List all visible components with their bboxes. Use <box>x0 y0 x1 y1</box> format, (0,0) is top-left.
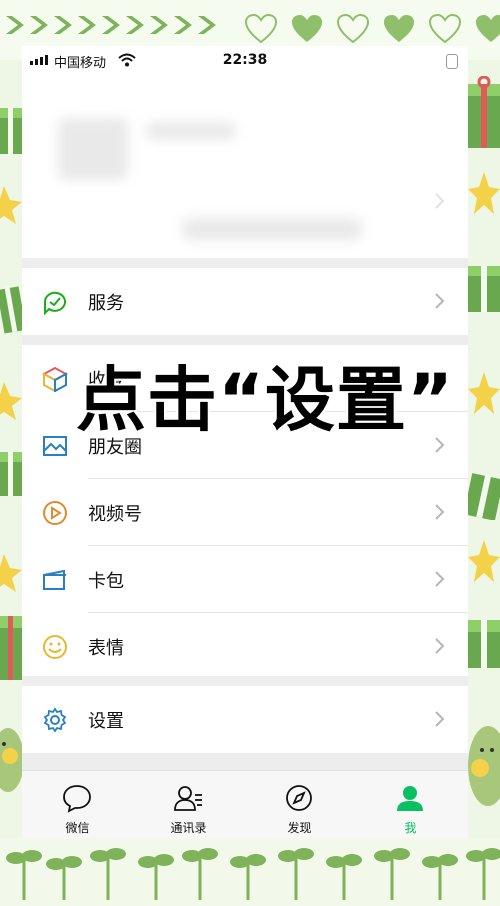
star-icon <box>468 172 500 214</box>
avatar[interactable] <box>58 118 128 180</box>
chevron-right-icon <box>435 638 445 654</box>
card-wallet-icon <box>43 569 66 590</box>
tab-me[interactable]: 我 <box>355 771 466 839</box>
gift-icon <box>0 616 22 680</box>
menu-item-cards[interactable]: 卡包 <box>22 546 468 613</box>
gift-icon <box>468 620 500 668</box>
status-time: 22:38 <box>222 52 268 68</box>
tab-discover[interactable]: 发现 <box>244 771 355 839</box>
star-icon <box>468 540 500 582</box>
menu-item-settings[interactable]: 设置 <box>22 686 468 753</box>
tab-chats[interactable]: 微信 <box>22 771 133 839</box>
menu-item-stickers[interactable]: 表情 <box>22 613 468 680</box>
menu-item-channels[interactable]: 视频号 <box>22 479 468 546</box>
tab-label: 发现 <box>287 821 312 835</box>
settings-group: 设置 <box>22 686 468 753</box>
bottom-tab-bar: 微信 通讯录 发现 我 <box>22 770 468 839</box>
menu-item-label: 服务 <box>88 293 124 314</box>
menu-item-label: 表情 <box>88 638 124 659</box>
menu-item-label: 卡包 <box>88 571 124 592</box>
star-icon <box>0 186 22 224</box>
tab-label: 微信 <box>65 821 90 835</box>
services-group: 服务 <box>22 268 468 335</box>
chevron-right-icon <box>435 293 445 309</box>
chevron-right-icon <box>435 504 445 520</box>
me-person-icon <box>397 786 423 811</box>
compass-icon <box>286 785 312 811</box>
channels-play-icon <box>43 501 67 525</box>
chevron-border-decoration <box>4 14 218 36</box>
star-icon <box>468 372 500 414</box>
chevron-right-icon <box>435 193 445 209</box>
contacts-person-icon <box>174 786 202 811</box>
gear-icon <box>43 707 67 733</box>
star-icon <box>0 382 22 420</box>
tab-contacts[interactable]: 通讯录 <box>133 771 244 839</box>
gift-icon <box>0 452 22 496</box>
menu-item-services[interactable]: 服务 <box>22 268 468 335</box>
favorites-cube-icon <box>42 366 68 392</box>
cartoon-character-icon <box>0 728 22 792</box>
battery-icon <box>446 54 458 69</box>
gift-icon <box>468 76 500 148</box>
gift-icon <box>468 473 500 520</box>
gift-icon <box>468 266 500 312</box>
gift-icon <box>0 108 22 154</box>
status-bar: 中国移动 22:38 <box>22 46 468 76</box>
menu-item-label: 设置 <box>88 711 124 732</box>
heart-border-decoration <box>244 14 500 44</box>
profile-header[interactable] <box>22 76 468 258</box>
chevron-right-icon <box>435 571 445 587</box>
instruction-overlay: 点击“设置” <box>76 359 455 441</box>
menu-item-label: 视频号 <box>88 504 142 525</box>
tab-label: 通讯录 <box>170 821 207 835</box>
chat-bubble-icon <box>63 785 91 813</box>
tab-label: 我 <box>404 821 417 835</box>
chevron-right-icon <box>435 711 445 727</box>
nickname-blurred <box>146 122 236 140</box>
cartoon-character-icon <box>468 726 500 806</box>
gift-icon <box>0 285 22 334</box>
moments-image-icon <box>43 436 67 456</box>
star-icon <box>0 554 22 592</box>
sprout-border-decoration <box>6 848 500 900</box>
smiley-icon <box>43 635 67 659</box>
services-icon <box>43 291 66 315</box>
wechat-id-blurred <box>182 218 362 240</box>
